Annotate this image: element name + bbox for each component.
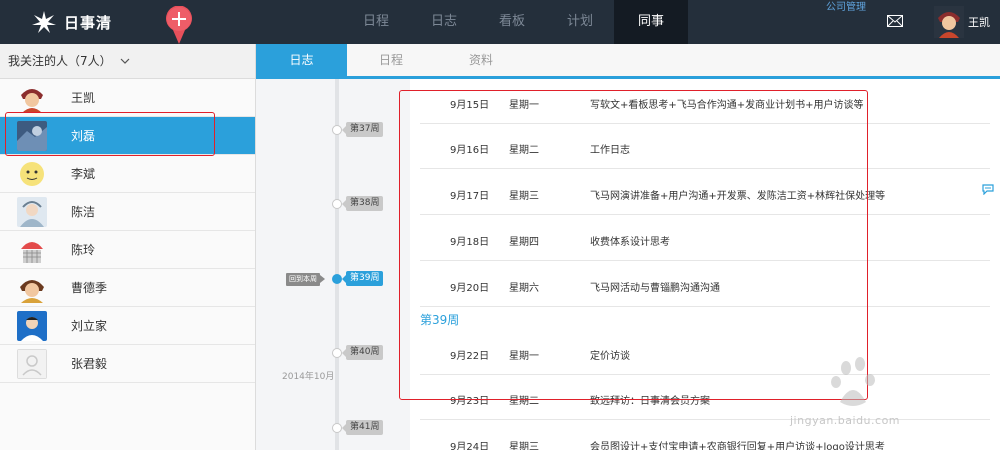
person-name: 刘立家 (71, 319, 108, 333)
log-row[interactable]: 9月23日 星期二 致远拜访：日事清会员方案 (420, 375, 990, 420)
avatar (17, 197, 47, 227)
person-item[interactable]: 曹德季 (0, 269, 255, 307)
nav-plan[interactable]: 计划 (546, 0, 614, 44)
sub-tabs: 日志 日程 资料 (256, 44, 1000, 79)
week-dot (332, 423, 342, 433)
log-date: 9月17日 (450, 191, 490, 202)
log-content: 定价访谈 (590, 351, 630, 362)
person-item[interactable]: 王凯 (0, 79, 255, 117)
log-content: 收费体系设计思考 (590, 237, 670, 248)
week-tag[interactable]: 第40周 (341, 345, 384, 360)
avatar (17, 159, 47, 189)
log-weekday: 星期一 (509, 351, 539, 362)
log-weekday: 星期四 (509, 237, 539, 248)
add-pin-icon[interactable] (164, 6, 194, 44)
avatar (17, 235, 47, 265)
followed-people-title: 我关注的人（7人） (8, 53, 112, 68)
back-to-current-week-button[interactable]: 回到本周 (286, 273, 325, 286)
log-row[interactable]: 9月24日 星期三 会员图设计+支付宝申请+农商银行回复+用户访谈+logo设计… (420, 421, 990, 450)
logo-icon (32, 11, 56, 33)
person-name: 李斌 (71, 167, 96, 181)
week-dot (332, 348, 342, 358)
person-name: 陈玲 (71, 243, 96, 257)
person-item[interactable]: 陈玲 (0, 231, 255, 269)
log-content: 致远拜访：日事清会员方案 (590, 396, 710, 407)
comment-icon[interactable] (982, 184, 994, 195)
log-weekday: 星期三 (509, 442, 539, 450)
top-bar: 日事清 日程 日志 看板 计划 同事 公司管理 王凯 (0, 0, 1000, 44)
log-weekday: 星期三 (509, 191, 539, 202)
nav-colleagues[interactable]: 同事 (614, 0, 688, 44)
mail-icon[interactable] (887, 15, 903, 27)
week-tag[interactable]: 第38周 (341, 196, 384, 211)
person-item[interactable]: 刘立家 (0, 307, 255, 345)
log-row[interactable]: 9月17日 星期三 飞马网演讲准备+用户沟通+开发票、发陈洁工资+林辉社保处理等 (420, 170, 994, 215)
person-item[interactable]: 李斌 (0, 155, 255, 193)
log-date: 9月20日 (450, 283, 490, 294)
nav-schedule[interactable]: 日程 (342, 0, 410, 44)
avatar (17, 349, 47, 379)
tab-log[interactable]: 日志 (256, 44, 347, 76)
log-weekday: 星期二 (509, 396, 539, 407)
nav-kanban[interactable]: 看板 (478, 0, 546, 44)
log-row[interactable]: 9月16日 星期二 工作日志 (420, 124, 990, 169)
week-tag-current[interactable]: 第39周 (341, 271, 384, 286)
username[interactable]: 王凯 (968, 14, 990, 30)
chevron-down-icon (120, 58, 130, 64)
avatar (17, 311, 47, 341)
month-label: 2014年10月 (282, 372, 335, 382)
tab-profile[interactable]: 资料 (456, 44, 506, 76)
week-tag[interactable]: 第37周 (341, 122, 384, 137)
log-row[interactable]: 9月20日 星期六 飞马网活动与曹锱鹏沟通沟通 (420, 262, 990, 307)
person-name: 曹德季 (71, 281, 108, 295)
person-name: 张君毅 (71, 357, 108, 371)
log-content: 工作日志 (590, 145, 630, 156)
followed-people-header[interactable]: 我关注的人（7人） (0, 44, 255, 79)
avatar (17, 273, 47, 303)
week-dot (332, 125, 342, 135)
person-name: 王凯 (71, 91, 96, 105)
week-separator: 第39周 (420, 313, 460, 327)
log-content: 写软文+看板思考+飞马合作沟通+发商业计划书+用户访谈等 (590, 100, 864, 111)
log-row[interactable]: 9月22日 星期一 定价访谈 (420, 330, 990, 375)
person-item[interactable]: 刘磊 (0, 117, 255, 155)
week-dot (332, 199, 342, 209)
person-name: 刘磊 (71, 129, 96, 143)
log-content: 飞马网活动与曹锱鹏沟通沟通 (590, 283, 720, 294)
nav-log[interactable]: 日志 (410, 0, 478, 44)
log-date: 9月16日 (450, 145, 490, 156)
tab-schedule[interactable]: 日程 (366, 44, 416, 76)
user-avatar[interactable] (934, 6, 964, 38)
log-content: 飞马网演讲准备+用户沟通+开发票、发陈洁工资+林辉社保处理等 (590, 191, 886, 202)
followed-people-panel: 我关注的人（7人） 王凯 刘磊 李斌 陈洁 陈玲 曹德季 刘立家 张君毅 (0, 44, 256, 450)
avatar (17, 83, 47, 113)
log-weekday: 星期二 (509, 145, 539, 156)
person-item[interactable]: 张君毅 (0, 345, 255, 383)
log-date: 9月23日 (450, 396, 490, 407)
app-logo[interactable]: 日事清 (30, 9, 112, 35)
log-date: 9月24日 (450, 442, 490, 450)
log-weekday: 星期六 (509, 283, 539, 294)
main-nav: 日程 日志 看板 计划 同事 (342, 0, 688, 44)
company-admin-link[interactable]: 公司管理 (826, 0, 866, 13)
log-content: 会员图设计+支付宝申请+农商银行回复+用户访谈+logo设计思考 (590, 442, 885, 450)
person-name: 陈洁 (71, 205, 96, 219)
log-list: 9月15日 星期一 写软文+看板思考+飞马合作沟通+发商业计划书+用户访谈等 9… (410, 79, 1000, 450)
log-date: 9月15日 (450, 100, 490, 111)
log-date: 9月18日 (450, 237, 490, 248)
week-tag[interactable]: 第41周 (341, 420, 384, 435)
week-timeline: 第37周 第38周 回到本周 第39周 第40周 2014年10月 第41周 (256, 79, 410, 450)
log-weekday: 星期一 (509, 100, 539, 111)
log-date: 9月22日 (450, 351, 490, 362)
logo-text: 日事清 (64, 13, 113, 32)
log-row[interactable]: 9月18日 星期四 收费体系设计思考 (420, 216, 990, 261)
person-item[interactable]: 陈洁 (0, 193, 255, 231)
week-dot-current (332, 274, 342, 284)
avatar (17, 121, 47, 151)
log-row[interactable]: 9月15日 星期一 写软文+看板思考+飞马合作沟通+发商业计划书+用户访谈等 (420, 79, 990, 124)
